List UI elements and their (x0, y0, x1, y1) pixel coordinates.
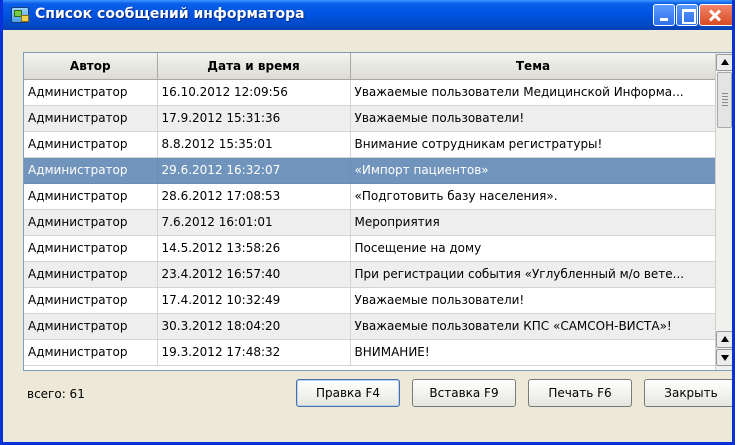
cell-author[interactable]: Администратор (24, 287, 158, 314)
cell-author[interactable]: Администратор (24, 157, 158, 184)
cell-topic[interactable]: Посещение на дому (350, 235, 717, 262)
table-row[interactable]: Администратор 16.10.2012 12:09:56 Уважаемы… (24, 79, 717, 106)
cell-datetime[interactable]: 16.10.2012 12:09:56 (157, 79, 351, 106)
table-row[interactable]: Администратор 29.6.2012 16:32:07 «Импорт п… (24, 157, 717, 184)
cell-datetime[interactable]: 29.6.2012 16:32:07 (157, 157, 351, 184)
cell-author[interactable]: Администратор (24, 79, 158, 106)
close-window-button[interactable] (699, 4, 732, 26)
arrow-down-icon (721, 355, 729, 361)
table-row[interactable]: Администратор 8.8.2012 15:35:01 Внимание с… (24, 131, 717, 158)
scroll-down-button[interactable] (716, 349, 732, 366)
cell-datetime[interactable]: 8.8.2012 15:35:01 (157, 131, 351, 158)
title-bar[interactable]: Список сообщений информатора (3, 0, 732, 30)
cell-topic[interactable]: Внимание сотрудникам регистратуры! (350, 131, 717, 158)
table-row[interactable]: Администратор 7.6.2012 16:01:01 Мероприяти… (24, 209, 717, 236)
cell-topic[interactable]: Уважаемые пользователи! (350, 105, 717, 132)
table-row[interactable]: Администратор 19.3.2012 17:48:32 ВНИМАНИЕ! (24, 339, 717, 366)
cell-author[interactable]: Администратор (24, 131, 158, 158)
cell-topic[interactable]: Уважаемые пользователи! (350, 287, 717, 314)
cell-author[interactable]: Администратор (24, 339, 158, 366)
table-row[interactable]: Администратор 23.4.2012 16:57:40 При регис… (24, 261, 717, 288)
cell-datetime[interactable]: 19.3.2012 17:48:32 (157, 339, 351, 366)
table-row[interactable]: Администратор 14.5.2012 13:58:26 Посещение… (24, 235, 717, 262)
cell-topic[interactable]: При регистрации события «Углубленный м/о… (350, 261, 717, 288)
cell-topic[interactable]: Мероприятия (350, 209, 717, 236)
column-header-datetime[interactable]: Дата и время (157, 53, 351, 80)
table-row[interactable]: Администратор 30.3.2012 18:04:20 Уважаемые… (24, 313, 717, 340)
cell-topic[interactable]: «Подготовить базу населения». (350, 183, 717, 210)
cell-author[interactable]: Администратор (24, 105, 158, 132)
cell-author[interactable]: Администратор (24, 261, 158, 288)
arrow-up-icon (721, 336, 729, 342)
table-row[interactable]: Администратор 17.9.2012 15:31:36 Уважаемые… (24, 105, 717, 132)
column-header-author[interactable]: Автор (24, 53, 158, 80)
table-row[interactable]: Администратор 17.4.2012 10:32:49 Уважаемые… (24, 287, 717, 314)
cell-author[interactable]: Администратор (24, 183, 158, 210)
window-title: Список сообщений информатора (35, 6, 305, 22)
cell-author[interactable]: Администратор (24, 235, 158, 262)
cell-datetime[interactable]: 28.6.2012 17:08:53 (157, 183, 351, 210)
scroll-up-button-bottom[interactable] (716, 331, 732, 348)
scroll-up-button[interactable] (716, 54, 732, 71)
table-row[interactable]: Администратор 28.6.2012 17:08:53 «Подготов… (24, 183, 717, 210)
cell-datetime[interactable]: 23.4.2012 16:57:40 (157, 261, 351, 288)
print-button[interactable]: Печать F6 (528, 379, 632, 407)
cell-datetime[interactable]: 17.4.2012 10:32:49 (157, 287, 351, 314)
table-header-row: Автор Дата и время Тема (24, 53, 717, 80)
maximize-button[interactable] (676, 4, 698, 26)
cell-topic[interactable]: Уважаемые пользователи Медицинской Инфор… (350, 79, 717, 106)
edit-button[interactable]: Правка F4 (296, 379, 400, 407)
cell-author[interactable]: Администратор (24, 313, 158, 340)
vertical-scrollbar[interactable] (715, 53, 732, 370)
cell-author[interactable]: Администратор (24, 209, 158, 236)
close-button[interactable]: Закрыть (644, 379, 732, 407)
cell-datetime[interactable]: 7.6.2012 16:01:01 (157, 209, 351, 236)
cell-datetime[interactable]: 14.5.2012 13:58:26 (157, 235, 351, 262)
total-count: всего: 61 (27, 387, 85, 401)
arrow-up-icon (721, 59, 729, 65)
cell-datetime[interactable]: 30.3.2012 18:04:20 (157, 313, 351, 340)
cell-topic[interactable]: Уважаемые пользователи КПС «САМСОН-ВИСТА… (350, 313, 717, 340)
cell-topic[interactable]: ВНИМАНИЕ! (350, 339, 717, 366)
scroll-thumb[interactable] (717, 72, 732, 128)
cell-topic[interactable]: «Импорт пациентов» (350, 157, 717, 184)
app-icon (11, 7, 29, 23)
column-header-topic[interactable]: Тема (350, 53, 717, 80)
informer-messages-window: Список сообщений информатора Автор Дата … (0, 0, 735, 445)
insert-button[interactable]: Вставка F9 (412, 379, 516, 407)
cell-datetime[interactable]: 17.9.2012 15:31:36 (157, 105, 351, 132)
messages-table[interactable]: Автор Дата и время Тема Администратор 16.… (23, 52, 732, 371)
minimize-button[interactable] (653, 4, 675, 26)
